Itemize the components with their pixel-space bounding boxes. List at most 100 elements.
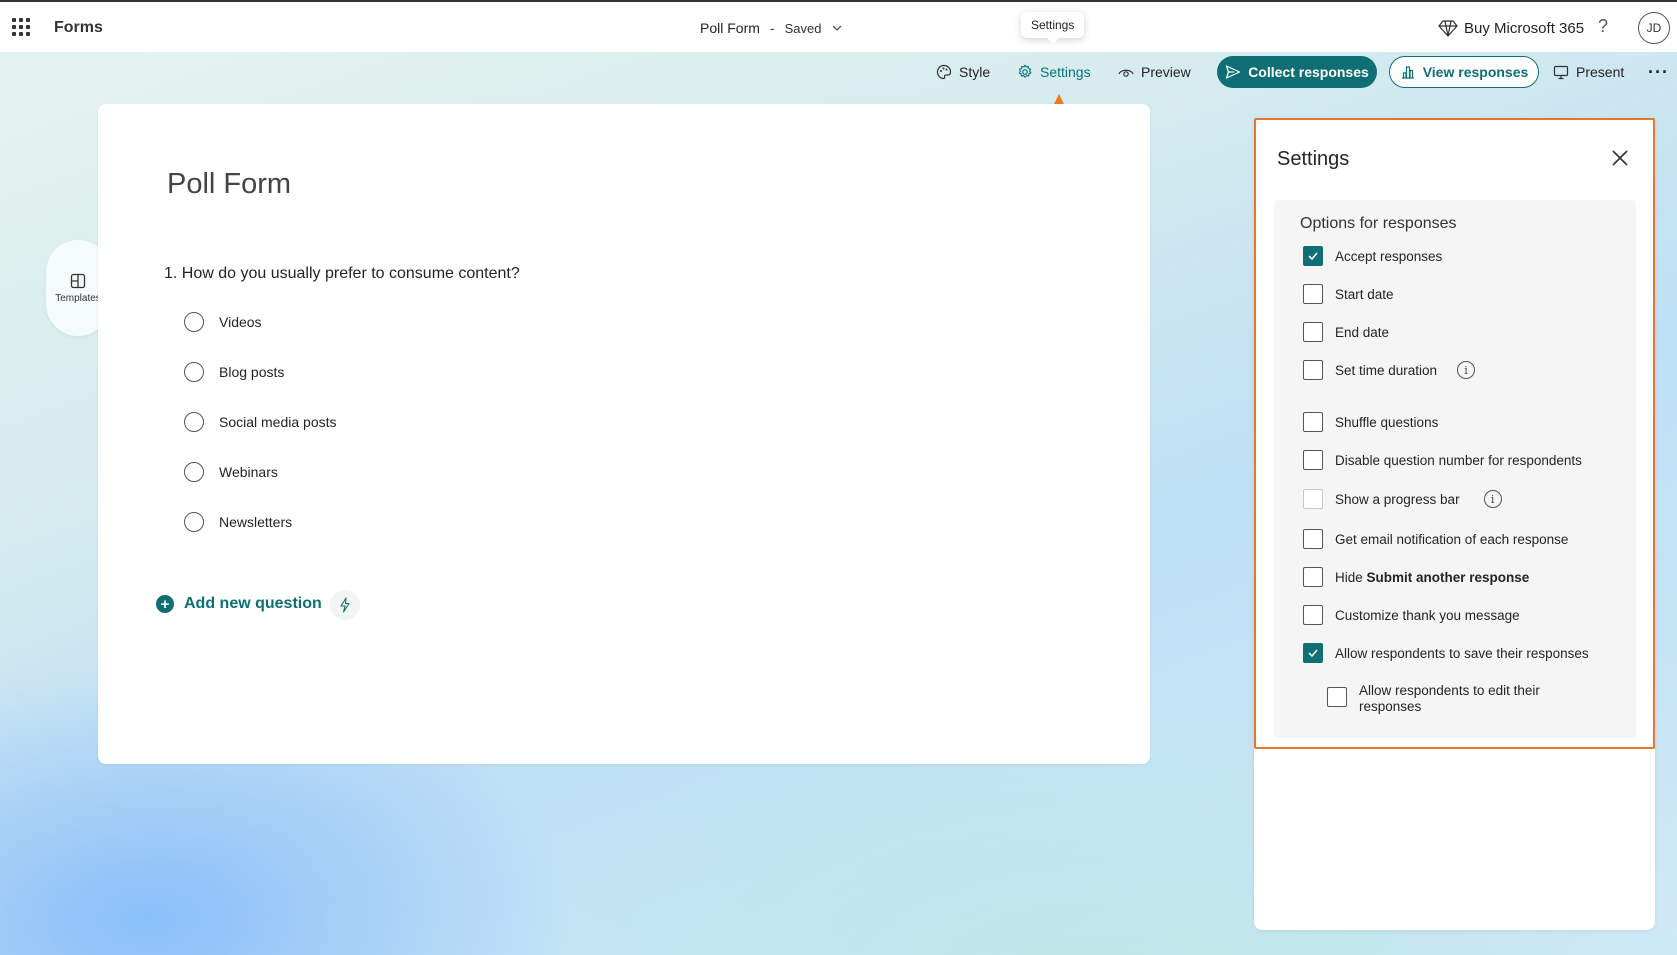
checkmark-icon [1308,252,1318,261]
option-videos[interactable]: Videos [184,312,262,332]
setting-label-bold: Submit another response [1366,569,1530,585]
setting-label: Accept responses [1335,248,1443,264]
option-label: Videos [219,314,262,330]
setting-shuffle-questions[interactable]: Shuffle questions [1303,412,1438,432]
info-icon[interactable]: i [1483,490,1502,508]
setting-allow-edit-responses[interactable]: Allow respondents to edit their response… [1327,683,1569,715]
avatar[interactable]: JD [1638,12,1670,44]
eye-icon [1118,69,1134,77]
checkbox[interactable] [1327,687,1347,707]
chart-icon [1401,66,1414,79]
add-new-question-button[interactable]: + Add new question [156,595,322,613]
checkbox[interactable] [1303,450,1323,470]
checkbox[interactable] [1303,605,1323,625]
palette-icon [936,64,952,80]
collect-responses-label: Collect responses [1248,64,1369,80]
monitor-icon [1553,65,1569,80]
present-label: Present [1576,64,1625,80]
add-new-question-label: Add new question [184,595,322,612]
form-title-dropdown[interactable]: Poll Form - Saved [700,20,843,36]
info-icon[interactable]: i [1457,361,1476,379]
checkbox-checked[interactable] [1303,643,1323,663]
checkbox[interactable] [1303,360,1323,380]
question-text[interactable]: 1. How do you usually prefer to consume … [164,265,520,283]
form-title[interactable]: Poll Form [167,168,291,201]
settings-panel-title: Settings [1277,148,1350,170]
setting-start-date[interactable]: Start date [1303,284,1394,304]
close-icon[interactable] [1608,146,1632,170]
setting-label: Hide Submit another response [1335,570,1529,585]
option-label: Webinars [219,464,278,480]
buy-microsoft-label: Buy Microsoft 365 [1464,19,1585,37]
setting-email-notification[interactable]: Get email notification of each response [1303,529,1568,549]
setting-label: End date [1335,324,1390,340]
style-button[interactable]: Style [936,56,990,88]
gear-icon [1018,64,1032,78]
settings-tooltip: Settings [1021,12,1085,44]
view-responses-button[interactable]: View responses [1389,56,1539,88]
view-responses-label: View responses [1422,64,1529,80]
settings-panel: Settings Options for responses Accept re… [1254,118,1655,930]
checkbox-checked[interactable] [1303,246,1323,266]
settings-label: Settings [1040,64,1091,80]
send-icon [1226,65,1241,79]
setting-customize-thank-you[interactable]: Customize thank you message [1303,605,1520,625]
options-for-responses-section: Options for responses Accept responses S… [1274,200,1636,738]
setting-time-duration[interactable]: Set time duration i [1303,360,1476,380]
style-label: Style [959,64,991,80]
setting-progress-bar[interactable]: Show a progress bar i [1303,489,1502,509]
radio-button[interactable] [184,362,204,382]
setting-hide-submit-another[interactable]: Hide Submit another response [1303,567,1529,587]
checkbox-disabled[interactable] [1303,489,1323,509]
top-bar: Forms Poll Form - Saved Buy Microsoft 36… [0,0,1677,52]
templates-label: Templates [55,292,101,304]
setting-label: Show a progress bar [1335,491,1460,507]
checkbox[interactable] [1303,322,1323,342]
lightning-icon [340,597,350,613]
app-launcher-icon[interactable] [12,18,30,36]
setting-label: Shuffle questions [1335,414,1439,430]
setting-label: Set time duration [1335,362,1438,378]
save-status: Saved [784,20,822,36]
plus-icon: + [156,595,174,613]
more-options-icon[interactable]: ··· [1648,56,1669,88]
help-icon[interactable]: ? [1598,16,1608,37]
setting-label-prefix: Hide [1335,569,1367,585]
setting-label: Allow respondents to edit their response… [1359,683,1540,714]
setting-label: Allow respondents to save their response… [1335,645,1589,661]
radio-button[interactable] [184,412,204,432]
radio-button[interactable] [184,462,204,482]
checkbox[interactable] [1303,412,1323,432]
form-toolbar: Style Settings Preview Collect responses… [0,56,1677,88]
collect-responses-button[interactable]: Collect responses [1217,56,1377,88]
section-heading: Options for responses [1300,215,1457,232]
option-social-media-posts[interactable]: Social media posts [184,412,337,432]
option-label: Blog posts [219,364,285,380]
setting-label: Customize thank you message [1335,607,1520,623]
setting-end-date[interactable]: End date [1303,322,1389,342]
setting-accept-responses[interactable]: Accept responses [1303,246,1442,266]
checkbox[interactable] [1303,567,1323,587]
checkbox[interactable] [1303,284,1323,304]
radio-button[interactable] [184,512,204,532]
settings-button[interactable]: Settings [1017,56,1091,88]
app-name[interactable]: Forms [54,19,103,37]
setting-label: Get email notification of each response [1335,531,1569,547]
quick-suggest-button[interactable] [330,590,360,620]
option-blog-posts[interactable]: Blog posts [184,362,284,382]
preview-button[interactable]: Preview [1118,56,1191,88]
preview-label: Preview [1141,64,1191,80]
diamond-icon [1438,20,1458,37]
option-webinars[interactable]: Webinars [184,462,278,482]
option-newsletters[interactable]: Newsletters [184,512,292,532]
present-button[interactable]: Present [1553,56,1624,88]
form-card: Poll Form 1. How do you usually prefer t… [98,104,1150,764]
setting-allow-save-responses[interactable]: Allow respondents to save their response… [1303,643,1589,663]
buy-microsoft-button[interactable]: Buy Microsoft 365 [1438,19,1584,37]
setting-disable-question-number[interactable]: Disable question number for respondents [1303,450,1582,470]
checkbox[interactable] [1303,529,1323,549]
option-label: Newsletters [219,514,293,530]
templates-icon [70,273,86,288]
chevron-down-icon [832,25,842,31]
radio-button[interactable] [184,312,204,332]
